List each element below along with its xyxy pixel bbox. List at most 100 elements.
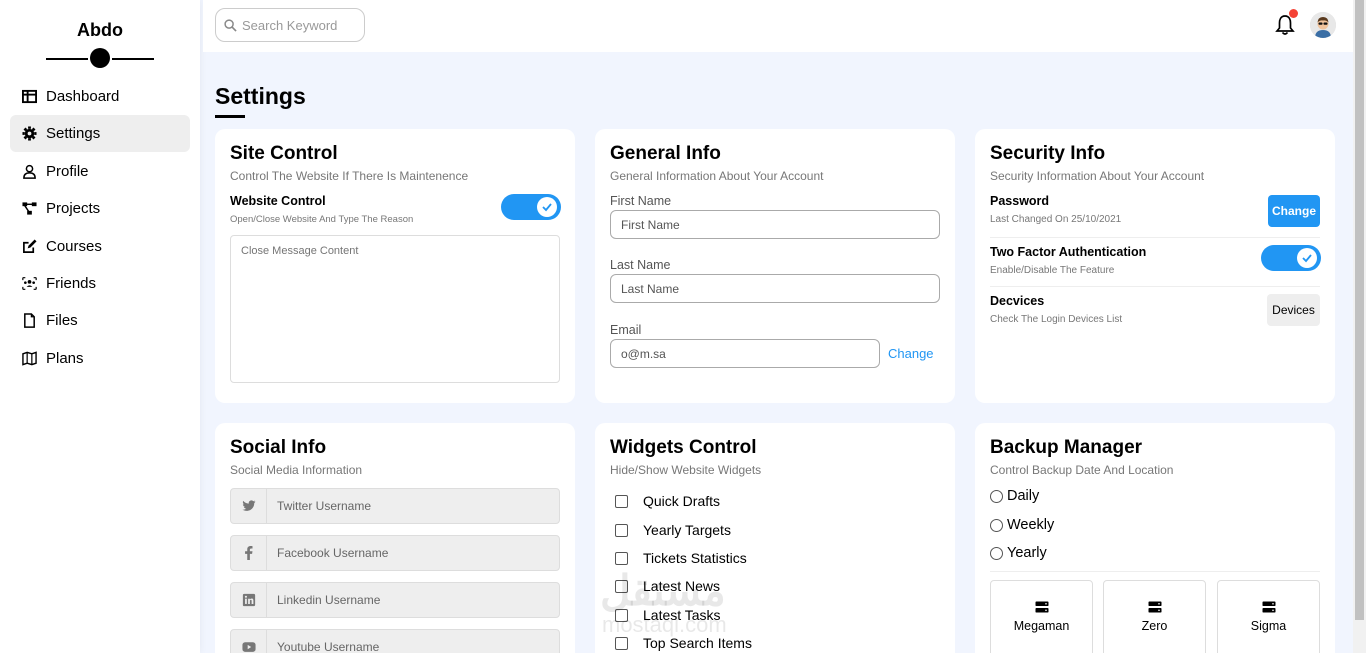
email-label: Email [610, 323, 642, 337]
card-subtitle: General Information About Your Account [610, 169, 824, 183]
check-icon [542, 203, 552, 212]
gear-icon [20, 125, 38, 143]
sidebar-item-label: Projects [46, 200, 101, 218]
widget-label: Tickets Statistics [643, 550, 747, 566]
linkedin-field[interactable] [230, 582, 560, 618]
facebook-icon [231, 536, 267, 570]
widget-checkbox[interactable] [615, 494, 628, 508]
check-icon [1302, 254, 1312, 263]
youtube-icon [231, 630, 267, 653]
widget-option-quick-drafts[interactable]: Quick Drafts [615, 493, 720, 509]
widget-checkbox[interactable] [615, 608, 628, 622]
radio-button[interactable] [990, 518, 1003, 532]
server-icon [1035, 601, 1048, 613]
radio-button[interactable] [990, 489, 1003, 503]
two-factor-toggle[interactable] [1261, 245, 1321, 271]
change-password-button[interactable]: Change [1268, 195, 1320, 227]
devices-button[interactable]: Devices [1267, 294, 1320, 326]
youtube-field[interactable] [230, 629, 560, 653]
sidebar-item-label: Dashboard [46, 88, 120, 105]
sidebar-item-label: Courses [46, 237, 102, 255]
widgets-control-card: Widgets Control Hide/Show Website Widget… [595, 423, 955, 653]
sidebar-item-friends[interactable]: Friends [10, 265, 190, 302]
linkedin-icon [231, 583, 267, 617]
first-name-input[interactable] [610, 210, 940, 239]
server-zero[interactable]: Zero [1103, 580, 1206, 653]
server-icon [1262, 601, 1275, 613]
scrollbar-thumb[interactable] [1355, 0, 1364, 620]
close-message-textarea[interactable] [230, 235, 560, 383]
page-title: Settings [215, 83, 306, 109]
last-name-input[interactable] [610, 274, 940, 303]
widget-option-top-search-items[interactable]: Top Search Items [615, 635, 752, 651]
sidebar-item-label: Profile [46, 162, 89, 180]
website-control-sub: Open/Close Website And Type The Reason [230, 214, 414, 225]
widget-checkbox[interactable] [615, 636, 628, 650]
widget-checkbox[interactable] [615, 579, 628, 593]
server-sigma[interactable]: Sigma [1217, 580, 1320, 653]
sidebar: Abdo Dashboard Settings Profile Projects… [0, 0, 200, 653]
card-title: Backup Manager [990, 437, 1143, 458]
social-info-card: Social Info Social Media Information [215, 423, 575, 653]
server-icon [1148, 601, 1161, 613]
facebook-input[interactable] [267, 546, 547, 560]
search-icon [224, 18, 237, 32]
brand-dot [90, 48, 110, 68]
card-subtitle: Security Information About Your Account [990, 169, 1205, 183]
server-label: Sigma [1250, 619, 1287, 633]
email-change-link[interactable]: Change [888, 346, 934, 361]
sidebar-item-plans[interactable]: Plans [10, 340, 190, 377]
sidebar-item-label: Settings [46, 125, 101, 143]
server-megaman[interactable]: Megaman [990, 580, 1093, 653]
widget-label: Yearly Targets [643, 522, 731, 538]
website-control-toggle[interactable] [501, 194, 561, 220]
avatar[interactable] [1310, 12, 1336, 38]
toggle-knob [1297, 248, 1317, 268]
brand-name: Abdo [77, 20, 123, 40]
widget-option-latest-news[interactable]: Latest News [615, 578, 720, 594]
server-label: Megaman [1013, 619, 1070, 633]
edit-icon [20, 237, 38, 255]
sidebar-item-dashboard[interactable]: Dashboard [10, 78, 190, 115]
sidebar-item-projects[interactable]: Projects [10, 190, 190, 227]
sidebar-nav: Dashboard Settings Profile Projects Cour… [10, 78, 190, 377]
radio-label: Daily [1007, 488, 1040, 504]
security-info-card: Security Info Security Information About… [975, 129, 1335, 403]
card-subtitle: Hide/Show Website Widgets [610, 463, 762, 477]
server-label: Zero [1141, 619, 1168, 633]
backup-option-daily[interactable]: Daily [990, 488, 1039, 504]
first-name-label: First Name [610, 194, 672, 208]
sidebar-item-settings[interactable]: Settings [10, 115, 190, 153]
toggle-knob [537, 197, 557, 217]
widget-label: Quick Drafts [643, 493, 721, 509]
linkedin-input[interactable] [267, 593, 547, 607]
email-input[interactable] [610, 339, 880, 368]
youtube-input[interactable] [267, 640, 547, 653]
widget-option-tickets-statistics[interactable]: Tickets Statistics [615, 550, 747, 566]
sidebar-item-profile[interactable]: Profile [10, 153, 190, 190]
radio-label: Weekly [1007, 517, 1055, 533]
page-scrollbar[interactable] [1353, 0, 1366, 653]
radio-button[interactable] [990, 546, 1003, 560]
backup-option-weekly[interactable]: Weekly [990, 517, 1054, 533]
backup-option-yearly[interactable]: Yearly [990, 545, 1047, 561]
twitter-field[interactable] [230, 488, 560, 524]
search-input[interactable] [242, 17, 352, 33]
users-icon [20, 274, 38, 292]
widget-checkbox[interactable] [615, 523, 628, 537]
card-title: Security Info [990, 143, 1106, 164]
last-name-label: Last Name [610, 258, 671, 272]
widget-checkbox[interactable] [615, 551, 628, 565]
sidebar-item-label: Files [46, 312, 78, 330]
search-box[interactable] [215, 8, 365, 42]
facebook-field[interactable] [230, 535, 560, 571]
widget-option-yearly-targets[interactable]: Yearly Targets [615, 522, 731, 538]
sidebar-item-files[interactable]: Files [10, 302, 190, 339]
general-info-card: General Info General Information About Y… [595, 129, 955, 403]
widget-option-latest-tasks[interactable]: Latest Tasks [615, 607, 721, 623]
twitter-input[interactable] [267, 499, 547, 513]
sidebar-item-courses[interactable]: Courses [10, 228, 190, 265]
radio-label: Yearly [1007, 545, 1047, 561]
divider [990, 571, 1320, 572]
twitter-icon [231, 489, 267, 523]
